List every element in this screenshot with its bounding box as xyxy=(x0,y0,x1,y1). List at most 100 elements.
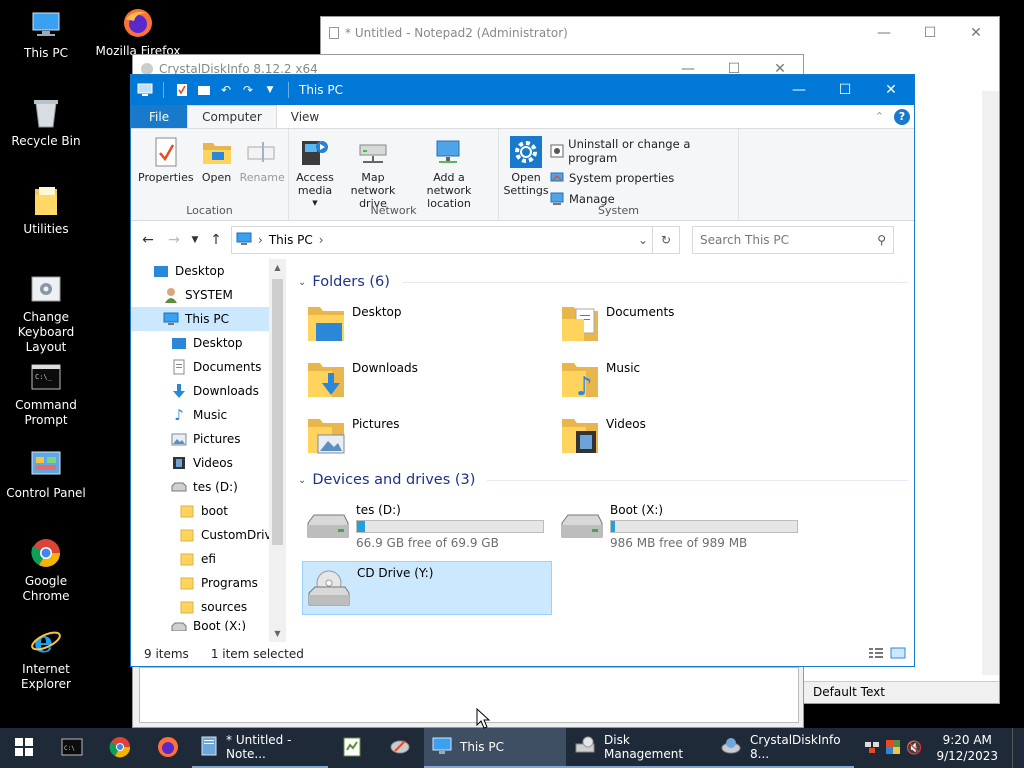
nav-item-music[interactable]: ♪ Music xyxy=(131,403,286,427)
taskbar-chrome[interactable] xyxy=(96,728,144,768)
customize-dropdown-icon[interactable]: ▼ xyxy=(262,82,278,98)
folder-item-pictures[interactable]: Pictures xyxy=(304,413,558,457)
network-location-icon xyxy=(432,135,466,169)
desktop-icon-internet-explorer[interactable]: e Internet Explorer xyxy=(0,624,92,692)
back-arrow-icon[interactable]: ← xyxy=(137,229,159,251)
address-bar[interactable]: › This PC › ⌄ xyxy=(231,226,653,254)
taskbar-task-crystaldiskinfo[interactable]: CrystalDiskInfo 8... xyxy=(712,728,854,768)
desktop-icon-utilities[interactable]: Utilities xyxy=(0,184,92,237)
nav-item-programs[interactable]: Programs xyxy=(131,571,286,595)
taskbar-task-this-pc[interactable]: This PC xyxy=(424,728,566,768)
chevron-up-icon[interactable]: ⌃ xyxy=(875,110,884,123)
scroll-up-arrow-icon[interactable]: ▲ xyxy=(269,259,286,276)
nav-item-system[interactable]: SYSTEM xyxy=(131,283,286,307)
address-history-chevron-icon[interactable]: ⌄ xyxy=(638,233,648,247)
folder-item-downloads[interactable]: Downloads xyxy=(304,357,558,401)
navigation-pane: Desktop SYSTEM This PC Desktop Documents… xyxy=(131,259,286,642)
minimize-icon[interactable]: — xyxy=(861,25,907,41)
folder-item-videos[interactable]: Videos xyxy=(558,413,812,457)
maximize-icon[interactable]: ☐ xyxy=(907,25,953,41)
forward-arrow-icon[interactable]: → xyxy=(163,229,185,251)
collapse-chevron-icon[interactable]: ⌄ xyxy=(298,475,306,486)
desktop-icon-google-chrome[interactable]: Google Chrome xyxy=(0,536,92,604)
nav-item-desktop-root[interactable]: Desktop xyxy=(131,259,286,283)
drive-item-cd-y[interactable]: CD Drive (Y:) xyxy=(302,561,552,615)
refresh-button[interactable]: ↻ xyxy=(652,226,680,254)
collapse-chevron-icon[interactable]: ⌄ xyxy=(298,277,306,288)
nav-item-videos[interactable]: Videos xyxy=(131,451,286,475)
desktop-icon-recycle-bin[interactable]: Recycle Bin xyxy=(0,96,92,149)
search-icon: ⚲ xyxy=(877,233,886,247)
system-properties-button[interactable]: System properties xyxy=(549,170,734,186)
nav-item-boot[interactable]: boot xyxy=(131,499,286,523)
nav-item-desktop[interactable]: Desktop xyxy=(131,331,286,355)
breadcrumb-separator-icon[interactable]: › xyxy=(319,233,324,247)
properties-quick-icon[interactable] xyxy=(174,82,190,98)
up-arrow-icon[interactable]: ↑ xyxy=(205,229,227,251)
scrollbar-thumb[interactable] xyxy=(272,279,283,545)
taskbar-task-disk-management[interactable]: Disk Management xyxy=(566,728,712,768)
nav-item-this-pc[interactable]: This PC xyxy=(131,307,286,331)
folder-item-documents[interactable]: Documents xyxy=(558,301,812,345)
drive-item-boot-x[interactable]: Boot (X:) 986 MB free of 989 MB xyxy=(556,499,810,553)
search-box[interactable]: Search This PC ⚲ xyxy=(692,226,894,254)
recent-locations-chevron-icon[interactable]: ▼ xyxy=(189,229,201,251)
help-icon[interactable]: ? xyxy=(894,108,910,125)
color-tray-icon[interactable] xyxy=(886,739,901,757)
ribbon-tabs: File Computer View ⌃ ? xyxy=(131,105,914,129)
undo-icon[interactable]: ↶ xyxy=(218,82,234,98)
breadcrumb-this-pc[interactable]: This PC xyxy=(269,233,313,247)
tab-view[interactable]: View xyxy=(277,105,333,128)
navigation-scrollbar[interactable]: ▲ ▼ xyxy=(269,259,286,642)
new-folder-quick-icon[interactable] xyxy=(196,82,212,98)
maximize-icon[interactable]: ☐ xyxy=(822,75,868,105)
desktop-icon-command-prompt[interactable]: C:\_ Command Prompt xyxy=(0,360,92,428)
nav-item-tes-d[interactable]: tes (D:) xyxy=(131,475,286,499)
explorer-titlebar[interactable]: ↶ ↷ ▼ This PC — ☐ ✕ xyxy=(131,75,914,105)
notepad-scrollbar[interactable] xyxy=(982,91,999,675)
network-tray-icon[interactable] xyxy=(864,740,880,757)
internet-explorer-icon: e xyxy=(29,624,63,658)
tab-file[interactable]: File xyxy=(131,105,188,128)
close-icon[interactable]: ✕ xyxy=(868,75,914,105)
redo-icon[interactable]: ↷ xyxy=(240,82,256,98)
scroll-down-arrow-icon[interactable]: ▼ xyxy=(269,625,286,642)
taskbar-app-edit[interactable] xyxy=(328,728,376,768)
details-view-icon[interactable] xyxy=(868,647,884,662)
taskbar-app-tools[interactable] xyxy=(376,728,424,768)
start-button[interactable] xyxy=(0,728,48,768)
desktop-icon-this-pc[interactable]: This PC xyxy=(0,8,92,61)
desktop-icon-label: Command Prompt xyxy=(15,398,77,427)
desktop-icon-control-panel[interactable]: Control Panel xyxy=(0,448,92,501)
clock[interactable]: 9:20 AM 9/12/2023 xyxy=(936,732,998,764)
nav-item-documents[interactable]: Documents xyxy=(131,355,286,379)
nav-item-customdrive[interactable]: CustomDrive xyxy=(131,523,286,547)
taskbar-firefox[interactable] xyxy=(144,728,192,768)
nav-item-sources[interactable]: sources xyxy=(131,595,286,619)
taskbar-command-prompt[interactable]: C:\ xyxy=(48,728,96,768)
folders-group-header[interactable]: ⌄ Folders (6) xyxy=(298,271,914,293)
taskbar-task-notepad[interactable]: * Untitled - Note... xyxy=(192,728,328,768)
nav-item-efi[interactable]: efi xyxy=(131,547,286,571)
nav-item-downloads[interactable]: Downloads xyxy=(131,379,286,403)
nav-item-pictures[interactable]: Pictures xyxy=(131,427,286,451)
drive-usage-bar xyxy=(356,520,544,533)
drives-group-header[interactable]: ⌄ Devices and drives (3) xyxy=(298,469,914,491)
uninstall-program-button[interactable]: Uninstall or change a program xyxy=(549,137,734,165)
close-icon[interactable]: ✕ xyxy=(953,25,999,41)
explorer-window[interactable]: ↶ ↷ ▼ This PC — ☐ ✕ File Computer View ⌃… xyxy=(130,74,915,667)
nav-item-boot-x[interactable]: Boot (X:) xyxy=(131,619,286,631)
desktop-icon-label: This PC xyxy=(24,46,68,60)
desktop-icon-change-keyboard-layout[interactable]: Change Keyboard Layout xyxy=(0,272,92,355)
large-icons-view-icon[interactable] xyxy=(890,647,906,662)
drive-item-tes-d[interactable]: tes (D:) 66.9 GB free of 69.9 GB xyxy=(302,499,556,553)
folder-item-music[interactable]: ♪ Music xyxy=(558,357,812,402)
minimize-icon[interactable]: — xyxy=(776,75,822,105)
show-desktop-button[interactable] xyxy=(1012,728,1016,768)
tab-computer[interactable]: Computer xyxy=(187,105,277,128)
volume-muted-icon[interactable]: 🔇 xyxy=(906,741,922,756)
download-arrow-icon xyxy=(171,383,187,399)
folder-item-desktop[interactable]: Desktop xyxy=(304,301,558,345)
desktop-icon-firefox[interactable]: Mozilla Firefox xyxy=(92,6,184,59)
notepad-titlebar[interactable]: * Untitled - Notepad2 (Administrator) — … xyxy=(321,17,999,48)
